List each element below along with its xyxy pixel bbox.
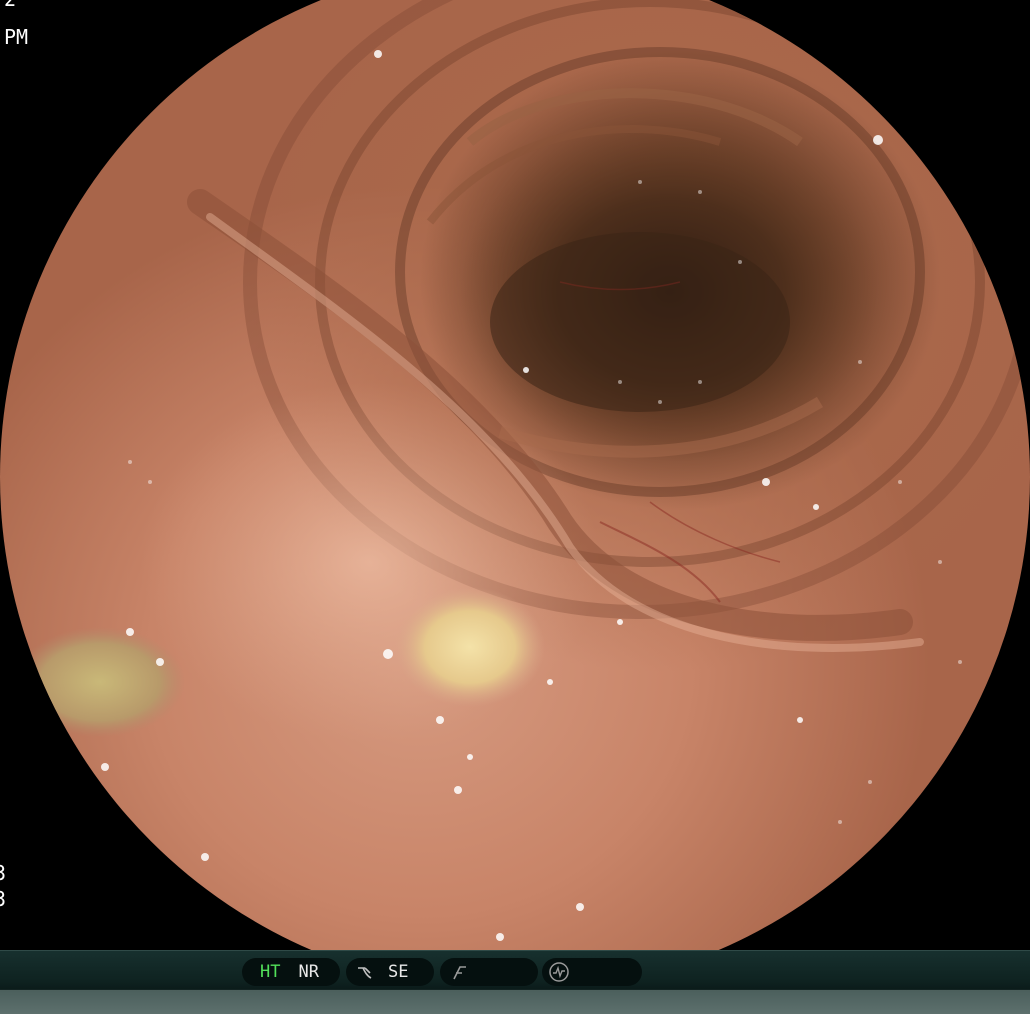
waveform-indicator: [542, 958, 642, 986]
structure-enhance-icon: [450, 962, 472, 982]
osd-top-left-time: PM: [4, 25, 29, 49]
endoscope-screen: 2 PM 3 3 HT NR SE: [0, 0, 1030, 1014]
status-bar-lower-strip: [0, 990, 1030, 1014]
waveform-circle-icon: [548, 961, 570, 983]
osd-bottom-left-line2: 3: [0, 887, 7, 911]
ht-label: HT: [260, 962, 281, 982]
nr-label: NR: [298, 962, 319, 982]
se-label: SE: [388, 962, 409, 982]
endoscopic-view-area: [0, 0, 1030, 950]
endoscopic-image: [0, 0, 1030, 950]
osd-bottom-left-line1: 3: [0, 861, 7, 885]
osd-top-left-line1: 2: [4, 0, 16, 10]
enhance-se-indicator: SE: [346, 958, 434, 986]
structure-enhance-indicator: [440, 958, 538, 986]
colon-lumen-illustration: [15, 0, 1030, 941]
enhance-curve-icon: [356, 962, 378, 982]
ht-nr-indicator: HT NR: [242, 958, 340, 986]
